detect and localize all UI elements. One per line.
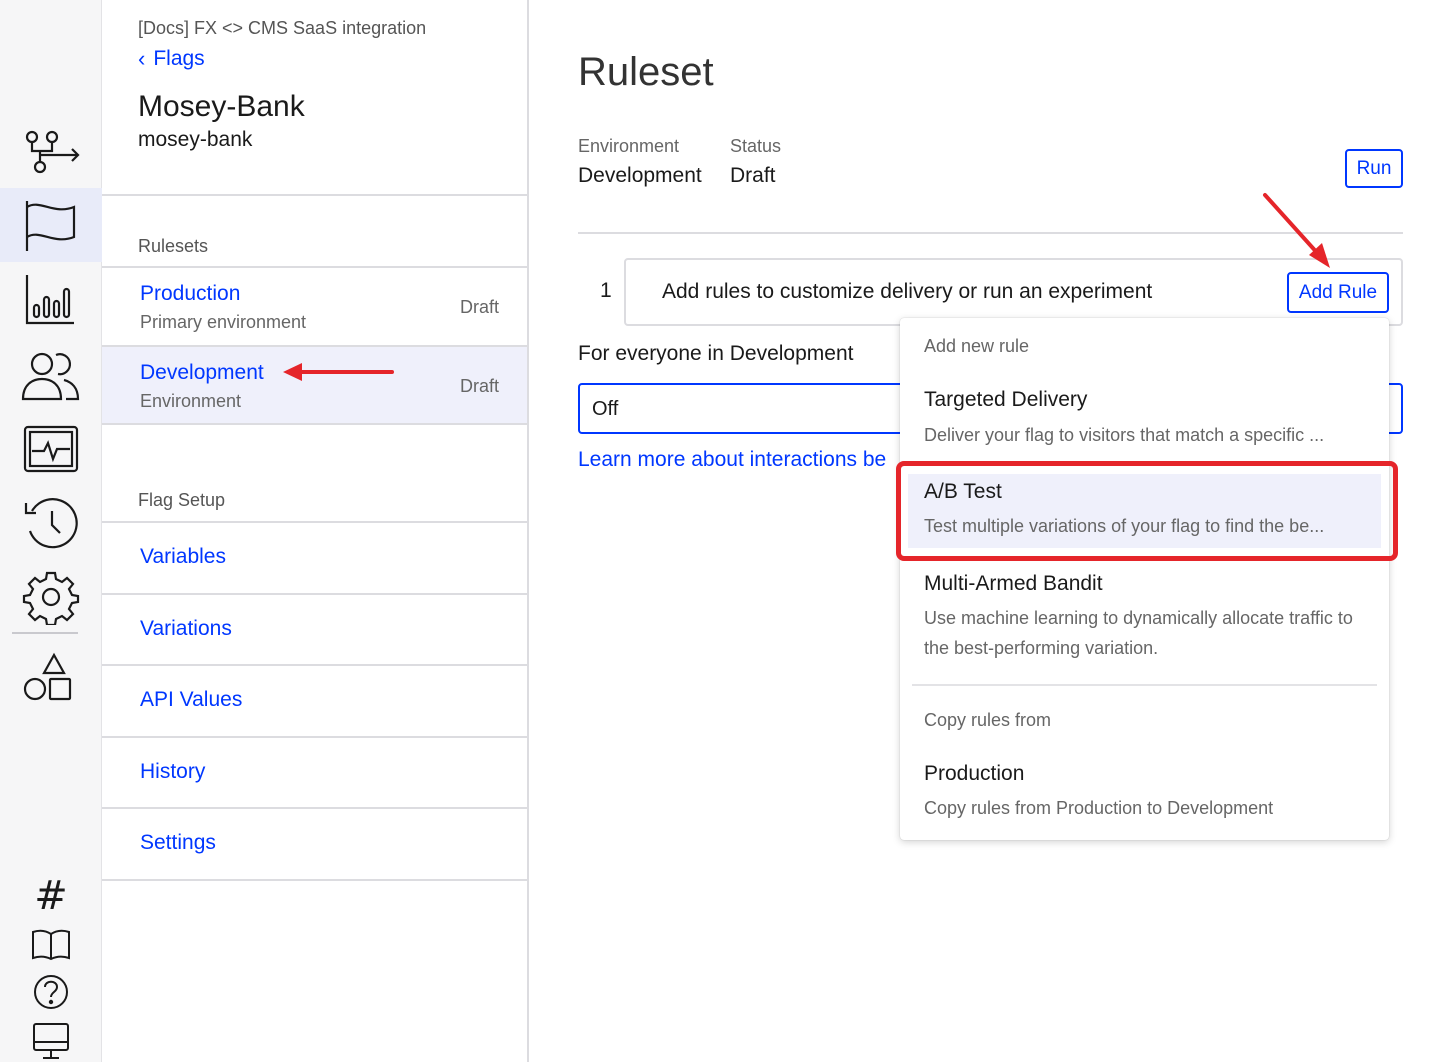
setup-item-label: Variations: [140, 617, 232, 640]
flag-key: mosey-bank: [138, 128, 253, 151]
setup-item-label: API Values: [140, 688, 243, 711]
history-icon[interactable]: [0, 486, 102, 560]
menu-item-ab-test[interactable]: A/B Test Test multiple variations of you…: [908, 474, 1381, 548]
workflow-icon[interactable]: [0, 114, 102, 188]
ruleset-name: Development: [140, 361, 264, 384]
add-rule-button[interactable]: Add Rule: [1287, 272, 1389, 313]
environment-label: Environment: [578, 136, 680, 156]
status-value: Draft: [730, 164, 776, 187]
menu-item-title: A/B Test: [924, 480, 1002, 503]
menu-item-targeted-delivery[interactable]: Targeted Delivery Deliver your flag to v…: [908, 376, 1381, 458]
learn-more-link[interactable]: Learn more about interactions be: [578, 448, 918, 472]
status-label: Status: [730, 136, 782, 156]
monitor-icon[interactable]: [0, 412, 102, 486]
menu-item-title: Multi-Armed Bandit: [924, 572, 1103, 595]
shapes-icon[interactable]: [0, 636, 102, 710]
main-divider: [578, 232, 1403, 234]
back-label: Flags: [153, 47, 205, 70]
rulesets-label: Rulesets: [138, 236, 209, 256]
page-title: Ruleset: [578, 50, 714, 94]
icon-rail: #: [0, 0, 102, 1062]
menu-item-copy-production[interactable]: Production Copy rules from Production to…: [908, 750, 1381, 830]
desktop-icon[interactable]: [0, 1018, 102, 1062]
hash-icon[interactable]: #: [0, 874, 102, 918]
setup-item-label: Variables: [140, 545, 226, 568]
app: # [Docs] FX <> CMS SaaS integration ‹ Fl…: [0, 0, 1438, 1062]
run-button[interactable]: Run: [1345, 149, 1403, 188]
flag-nav: [Docs] FX <> CMS SaaS integration ‹ Flag…: [102, 0, 529, 1062]
menu-item-desc: Copy rules from Production to Developmen…: [924, 798, 1274, 818]
select-value: Off: [592, 398, 619, 420]
ruleset-sub: Primary environment: [140, 312, 307, 332]
rail-divider: [12, 632, 78, 634]
menu-item-title: Production: [924, 762, 1025, 785]
setup-item-label: Settings: [140, 831, 216, 854]
gear-icon[interactable]: [0, 560, 102, 634]
add-rule-dropdown: Add new rule Targeted Delivery Deliver y…: [900, 318, 1389, 840]
flag-icon[interactable]: [0, 188, 102, 262]
divider: [102, 194, 529, 196]
rule-number: 1: [600, 279, 612, 302]
environment-value: Development: [578, 164, 702, 187]
project-name: [Docs] FX <> CMS SaaS integration: [138, 18, 427, 38]
dropdown-divider: [912, 684, 1377, 686]
everyone-label: For everyone in Development: [578, 342, 854, 365]
setup-item-history[interactable]: History: [102, 738, 527, 809]
setup-item-variations[interactable]: Variations: [102, 595, 527, 666]
menu-item-desc: Test multiple variations of your flag to…: [924, 516, 1325, 536]
menu-item-desc: Use machine learning to dynamically allo…: [924, 608, 1353, 658]
copy-rules-label: Copy rules from: [924, 710, 1052, 730]
users-icon[interactable]: [0, 338, 102, 412]
flag-title: Mosey-Bank: [138, 90, 305, 123]
rule-message: Add rules to customize delivery or run a…: [662, 280, 1153, 303]
menu-item-multi-armed-bandit[interactable]: Multi-Armed Bandit Use machine learning …: [908, 560, 1381, 670]
divider: [102, 423, 529, 425]
menu-item-title: Targeted Delivery: [924, 388, 1088, 411]
ruleset-status: Draft: [459, 376, 499, 396]
chevron-left-icon: ‹: [138, 46, 146, 71]
add-new-rule-label: Add new rule: [924, 336, 1030, 356]
ruleset-sub: Environment: [140, 391, 242, 411]
setup-item-variables[interactable]: Variables: [102, 523, 527, 594]
ruleset-development[interactable]: Development Environment Draft: [102, 347, 527, 425]
help-icon[interactable]: [0, 970, 102, 1014]
chart-icon[interactable]: [0, 262, 102, 336]
setup-item-settings[interactable]: Settings: [102, 809, 527, 880]
setup-item-api-values[interactable]: API Values: [102, 666, 527, 737]
menu-item-desc: Deliver your flag to visitors that match…: [924, 425, 1325, 445]
ruleset-status: Draft: [459, 297, 499, 317]
setup-item-label: History: [140, 760, 206, 783]
ruleset-name: Production: [140, 282, 241, 305]
ruleset-production[interactable]: Production Primary environment Draft: [102, 268, 527, 346]
divider: [102, 879, 529, 881]
back-to-flags-link[interactable]: ‹ Flags: [138, 46, 205, 72]
flag-setup-label: Flag Setup: [138, 490, 226, 510]
book-icon[interactable]: [0, 922, 102, 966]
